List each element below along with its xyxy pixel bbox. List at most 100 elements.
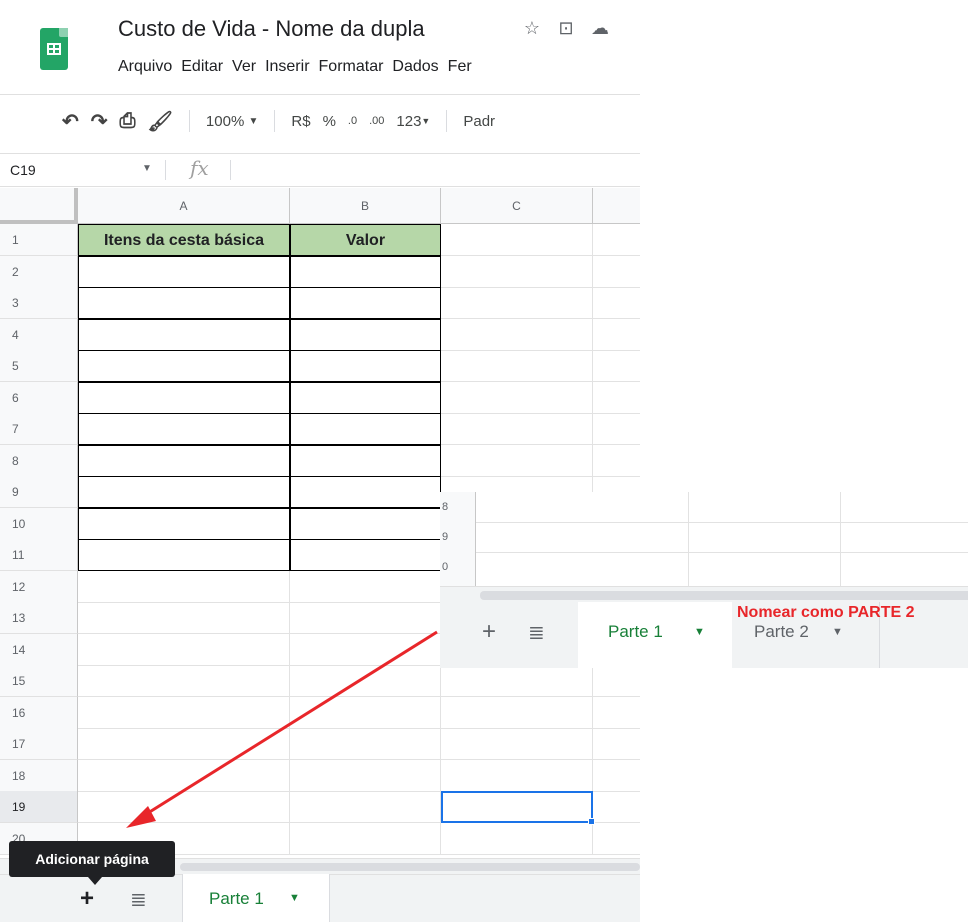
table-cell[interactable] [290,444,441,477]
chevron-down-icon[interactable]: ▼ [694,626,705,638]
sheets-logo-icon[interactable] [40,28,68,70]
font-select[interactable]: Padr [457,106,501,136]
row-header[interactable]: 17 [0,728,78,760]
table-cell[interactable] [290,728,441,760]
table-cell[interactable] [290,696,441,729]
row-header[interactable]: 19 [0,791,78,823]
column-header-d[interactable] [593,188,640,224]
menu-ferramentas[interactable]: Fer [448,58,472,76]
table-cell[interactable] [593,791,640,823]
table-cell[interactable] [593,287,640,319]
table-cell[interactable] [441,444,593,477]
decrease-decimals-button[interactable]: .0 [342,106,363,136]
table-cell[interactable] [290,570,441,603]
table-cell[interactable] [78,255,290,288]
name-box[interactable]: C19 [10,162,36,178]
table-cell[interactable] [78,696,290,729]
table-cell[interactable] [593,382,640,414]
row-header[interactable]: 6 [0,381,78,414]
table-cell[interactable] [78,287,290,319]
menu-dados[interactable]: Dados [392,58,438,76]
table-cell[interactable] [290,602,441,634]
chevron-down-icon[interactable]: ▼ [832,626,843,638]
table-cell[interactable] [290,507,441,540]
list-icon[interactable]: ≣ [130,887,147,912]
row-header[interactable]: 11 [0,539,78,571]
sheet-tab-parte-1[interactable]: Parte 1 ▼ [182,874,330,922]
row-header[interactable]: 16 [0,696,78,729]
scrollbar-thumb[interactable] [180,863,640,871]
print-icon[interactable]: ⎙ [114,106,142,136]
table-cell[interactable] [593,665,640,697]
row-header[interactable]: 8 [0,444,78,477]
header-cell-itens[interactable]: Itens da cesta básica [78,224,290,256]
table-cell[interactable] [78,728,290,760]
percent-format-button[interactable]: % [317,106,342,136]
table-cell[interactable] [78,570,290,603]
row-header[interactable]: 18 [0,759,78,792]
column-header-a[interactable]: A [78,188,290,224]
table-cell[interactable] [290,822,441,855]
chevron-down-icon[interactable]: ▼ [289,892,300,904]
star-icon[interactable]: ☆ [522,18,542,39]
table-cell[interactable] [441,318,593,351]
table-cell[interactable] [593,256,640,288]
menu-inserir[interactable]: Inserir [265,58,309,76]
table-cell[interactable] [78,350,290,382]
table-cell[interactable] [78,791,290,823]
table-cell[interactable] [78,633,290,666]
table-cell[interactable] [78,444,290,477]
table-cell[interactable] [78,413,290,445]
select-all-corner[interactable] [0,188,78,224]
plus-icon[interactable]: + [482,618,496,646]
table-cell[interactable] [78,381,290,414]
menu-editar[interactable]: Editar [181,58,223,76]
table-cell[interactable] [78,476,290,508]
table-cell[interactable] [593,728,640,760]
table-cell[interactable] [441,381,593,414]
table-cell[interactable] [593,319,640,351]
table-cell[interactable] [441,224,593,256]
table-cell[interactable] [290,350,441,382]
table-cell[interactable] [290,413,441,445]
row-header[interactable]: 3 [0,287,78,319]
scrollbar-thumb[interactable] [480,591,968,600]
horizontal-scrollbar[interactable] [440,586,968,602]
table-cell[interactable] [441,413,593,445]
table-cell[interactable] [593,350,640,382]
row-header[interactable]: 4 [0,318,78,351]
table-cell[interactable] [441,759,593,792]
zoom-select[interactable]: 100% ▼ [200,106,264,136]
selected-cell-outline[interactable] [441,791,593,823]
table-cell[interactable] [593,224,640,256]
row-header[interactable]: 2 [0,255,78,288]
table-cell[interactable] [593,760,640,792]
redo-icon[interactable]: ↷ [85,106,114,136]
header-cell-valor[interactable]: Valor [290,224,441,256]
more-formats-button[interactable]: 123 ▼ [390,106,436,136]
currency-format-button[interactable]: R$ [285,106,316,136]
row-header[interactable]: 10 [0,507,78,540]
table-cell[interactable] [441,350,593,382]
undo-icon[interactable]: ↶ [56,106,85,136]
table-cell[interactable] [78,318,290,351]
table-cell[interactable] [290,255,441,288]
table-cell[interactable] [441,287,593,319]
table-cell[interactable] [78,507,290,540]
table-cell[interactable] [593,823,640,855]
row-header[interactable]: 12 [0,570,78,603]
row-header[interactable]: 13 [0,602,78,634]
table-cell[interactable] [290,665,441,697]
table-cell[interactable] [290,318,441,351]
table-cell[interactable] [290,759,441,792]
table-cell[interactable] [441,665,593,697]
menu-arquivo[interactable]: Arquivo [118,58,172,76]
fill-handle[interactable] [588,818,595,825]
table-cell[interactable] [290,381,441,414]
table-cell[interactable] [290,287,441,319]
table-cell[interactable] [441,255,593,288]
table-cell[interactable] [593,697,640,729]
column-header-c[interactable]: C [441,188,593,224]
table-cell[interactable] [290,476,441,508]
document-title[interactable]: Custo de Vida - Nome da dupla [118,16,425,42]
